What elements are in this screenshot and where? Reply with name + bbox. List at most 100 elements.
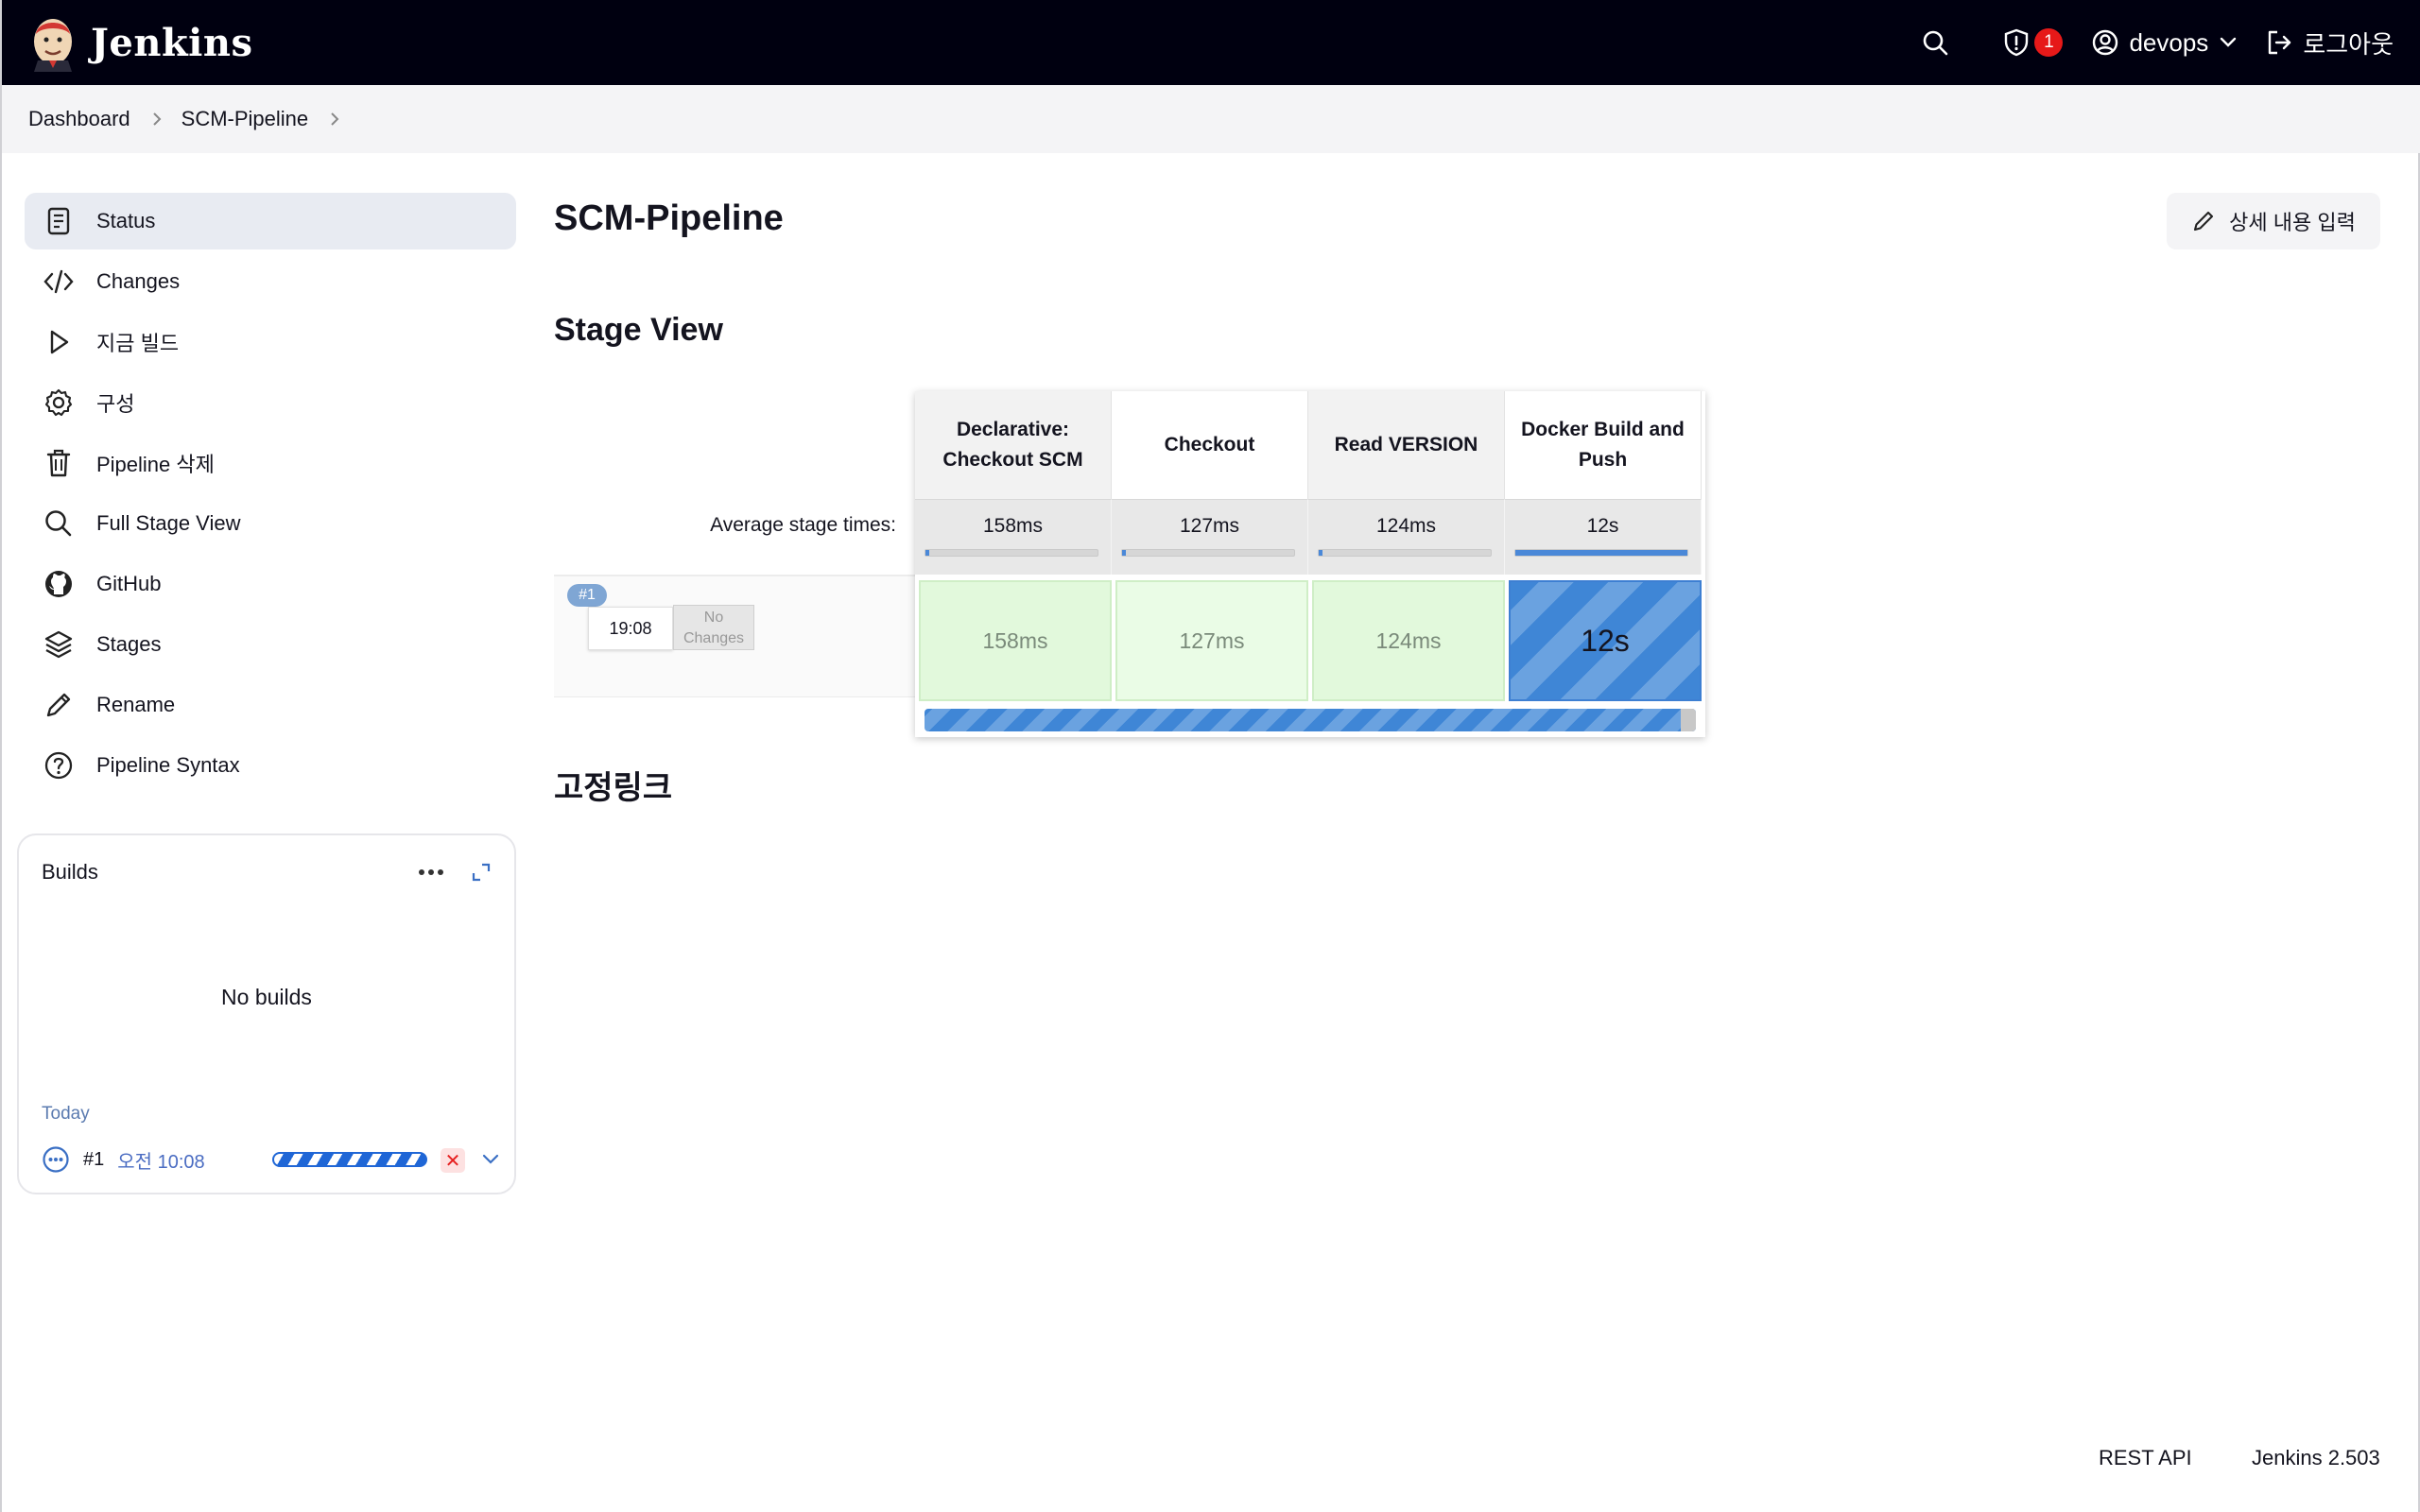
breadcrumb-label: SCM-Pipeline [181, 107, 309, 130]
stage-average-bar [1318, 549, 1492, 557]
breadcrumb-item-pipeline[interactable]: SCM-Pipeline [182, 107, 360, 131]
sidebar-item-label: Full Stage View [96, 511, 241, 535]
run-time: 19:08 [588, 607, 673, 650]
stage-cell-success[interactable]: 158ms [919, 580, 1112, 701]
layers-icon [42, 627, 76, 662]
stage-average-cell: 158ms [915, 499, 1112, 575]
no-builds-message: No builds [221, 985, 312, 1009]
chevron-down-icon [482, 1154, 499, 1164]
logout-icon [2269, 30, 2291, 55]
security-count-badge: 1 [2034, 28, 2064, 57]
stage-average-time: 12s [1586, 515, 1619, 537]
stage-average-fill [1122, 550, 1126, 556]
sidebar-item-label: Pipeline Syntax [96, 753, 240, 777]
sidebar-item-full-stage-view[interactable]: Full Stage View [25, 495, 516, 552]
code-icon [42, 265, 76, 299]
run-progress-bar [925, 709, 1696, 731]
sidebar-item-configure[interactable]: 구성 [25, 374, 516, 431]
stage-header: Checkout [1112, 391, 1308, 499]
stage-cell-success[interactable]: 124ms [1312, 580, 1505, 701]
breadcrumb-label: Dashboard [28, 107, 130, 130]
run-info: #1 19:08 No Changes [554, 575, 915, 697]
edit-description-label: 상세 내용 입력 [2229, 211, 2356, 234]
jenkins-version-link[interactable]: Jenkins 2.503 [2252, 1446, 2380, 1470]
run-badge[interactable]: #1 [567, 584, 607, 607]
page-title: SCM-Pipeline [554, 198, 784, 238]
security-alerts-button[interactable]: 1 [2002, 27, 2064, 58]
in-progress-icon [43, 1146, 69, 1173]
user-circle-icon [2093, 29, 2118, 56]
stage-average-cell: 127ms [1112, 499, 1308, 575]
sidebar-item-label: Pipeline 삭제 [96, 453, 215, 476]
search-button[interactable] [1921, 28, 1949, 57]
top-navigation-bar: Jenkins 1 devops 로그아웃 [2, 0, 2420, 85]
stage-average-time: 127ms [1179, 515, 1240, 537]
github-icon [42, 567, 76, 601]
stage-average-cell: 12s [1505, 499, 1702, 575]
sidebar-item-label: Stages [96, 632, 162, 656]
rest-api-link[interactable]: REST API [2099, 1446, 2192, 1470]
pencil-icon [42, 688, 76, 722]
help-icon [42, 748, 76, 782]
user-name: devops [2129, 27, 2209, 57]
run-progress-remaining [1680, 709, 1696, 731]
sidebar-item-label: Status [96, 209, 156, 232]
shield-icon [2005, 28, 2029, 57]
average-stage-times-label: Average stage times: [710, 514, 896, 536]
stage-header: Docker Build and Push [1505, 391, 1702, 499]
brand-name: Jenkins [91, 20, 253, 65]
stage-average-fill [925, 550, 929, 556]
build-time[interactable]: 오전 10:08 [117, 1146, 204, 1174]
stage-average-time: 158ms [982, 515, 1044, 537]
stage-header: Declarative: Checkout SCM [915, 391, 1112, 499]
sidebar-item-label: 구성 [96, 392, 135, 416]
sidebar-item-build-now[interactable]: 지금 빌드 [25, 314, 516, 370]
search-icon [1924, 30, 1948, 56]
jenkins-logo-icon [34, 19, 72, 72]
stage-cell-running[interactable]: 12s [1509, 580, 1702, 701]
build-menu-button[interactable] [478, 1147, 503, 1172]
sidebar-item-label: Changes [96, 269, 181, 293]
stage-view-table: Average stage times: #1 19:08 No Changes… [554, 391, 1705, 741]
chevron-down-icon [2221, 37, 2237, 47]
sidebar-item-delete-pipeline[interactable]: Pipeline 삭제 [25, 435, 516, 491]
sidebar-item-stages[interactable]: Stages [25, 616, 516, 673]
gear-icon [42, 386, 76, 420]
play-icon [42, 325, 76, 359]
sidebar-item-pipeline-syntax[interactable]: Pipeline Syntax [25, 737, 516, 794]
breadcrumb-item-dashboard[interactable]: Dashboard [28, 107, 182, 131]
stage-average-fill [1319, 550, 1322, 556]
logout-button[interactable]: 로그아웃 [2265, 26, 2394, 60]
stage-average-bar [925, 549, 1098, 557]
build-number[interactable]: #1 [83, 1149, 104, 1171]
side-panel: Status Changes 지금 빌드 구성 Pipeline 삭제 Full… [25, 193, 516, 798]
sidebar-item-label: Rename [96, 693, 176, 716]
builds-title: Builds [42, 860, 98, 884]
stage-grid: Declarative: Checkout SCM Checkout Read … [915, 391, 1705, 737]
sidebar-item-status[interactable]: Status [25, 193, 516, 249]
ellipsis-icon [419, 869, 443, 875]
document-icon [42, 204, 76, 238]
user-menu-button[interactable]: devops [2091, 28, 2237, 58]
edit-description-button[interactable]: 상세 내용 입력 [2167, 193, 2380, 249]
build-history-row[interactable]: #1 오전 10:08 ✕ [42, 1143, 499, 1176]
sidebar-item-github[interactable]: GitHub [25, 556, 516, 612]
permalinks-title: 고정링크 [554, 770, 673, 806]
jenkins-home-link[interactable]: Jenkins [28, 13, 252, 72]
cancel-build-button[interactable]: ✕ [441, 1148, 465, 1173]
trash-icon [42, 446, 76, 480]
chevron-right-icon[interactable] [329, 111, 340, 128]
breadcrumb: Dashboard SCM-Pipeline [2, 85, 2420, 153]
sidebar-item-changes[interactable]: Changes [25, 253, 516, 310]
build-progress-bar [272, 1152, 427, 1167]
stage-view-title: Stage View [554, 312, 723, 348]
stage-header: Read VERSION [1308, 391, 1505, 499]
sidebar-item-label: 지금 빌드 [96, 332, 180, 355]
stage-average-fill [1515, 550, 1687, 556]
stage-cell-success[interactable]: 127ms [1115, 580, 1308, 701]
more-options-button[interactable] [414, 858, 448, 886]
pencil-icon [2194, 211, 2214, 232]
builds-widget: Builds No builds Today #1 오전 10:08 ✕ [17, 833, 516, 1194]
expand-button[interactable] [467, 858, 495, 886]
sidebar-item-rename[interactable]: Rename [25, 677, 516, 733]
